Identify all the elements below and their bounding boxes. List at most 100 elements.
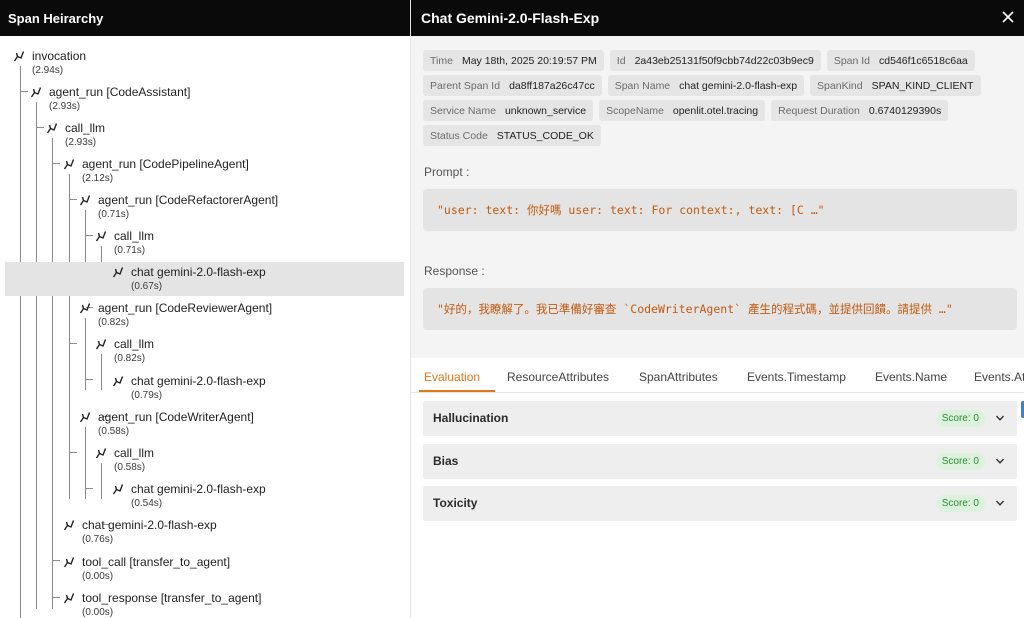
span-node-selected[interactable]: chat gemini-2.0-flash-exp (0.67s) [5, 262, 404, 296]
attribute-key: Time [430, 54, 453, 67]
branch-icon [63, 158, 75, 170]
branch-icon [95, 230, 107, 242]
span-node-name: agent_run [CodeRefactorerAgent] [98, 193, 279, 207]
response-text: "好的，我瞭解了。我已準備好審查 `CodeWriterAgent` 產生的程式… [423, 288, 1017, 330]
span-node[interactable]: chat gemini-2.0-flash-exp (0.76s) [0, 515, 410, 549]
evaluation-row-hallucination[interactable]: Hallucination Score: 0 [423, 401, 1017, 436]
span-node[interactable]: tool_call [transfer_to_agent] (0.00s) [0, 552, 410, 586]
span-node-duration: (0.00s) [82, 571, 114, 582]
span-node[interactable]: agent_run [CodeRefactorerAgent] (0.71s) [0, 190, 410, 224]
span-node[interactable]: agent_run [CodePipelineAgent] (2.12s) [0, 154, 410, 188]
branch-icon [30, 86, 42, 98]
attribute-key: Parent Span Id [430, 79, 501, 92]
branch-icon [63, 592, 75, 604]
attribute-value: chat gemini-2.0-flash-exp [679, 79, 798, 92]
span-node-name: agent_run [CodeAssistant] [49, 85, 191, 99]
span-node-duration: (0.82s) [98, 317, 130, 328]
attribute-key: ScopeName [606, 104, 664, 117]
evaluation-name: Bias [433, 454, 459, 468]
evaluation-name: Toxicity [433, 496, 478, 510]
score-badge: Score: 0 [935, 495, 985, 512]
tab-resource-attributes[interactable]: ResourceAttributes [507, 370, 609, 384]
span-node-name: chat gemini-2.0-flash-exp [131, 374, 266, 388]
attribute-badge: Parent Span Id da8ff187a26c47cc [423, 75, 602, 96]
attribute-key: SpanKind [817, 79, 863, 92]
evaluation-name: Hallucination [433, 411, 509, 425]
span-detail-body: Time May 18th, 2025 20:19:57 PM Id 2a43eb2… [411, 36, 1024, 358]
tab-events-timestamp[interactable]: Events.Timestamp [747, 370, 846, 384]
span-node-duration: (2.12s) [82, 173, 114, 184]
attribute-value: da8ff187a26c47cc [509, 79, 595, 92]
span-hierarchy-panel: Span Heirarchy invocation (2.94s) agent_… [0, 0, 411, 618]
span-node-name: call_llm [114, 229, 155, 243]
span-node[interactable]: agent_run [CodeAssistant] (2.93s) [0, 82, 410, 116]
span-node[interactable]: call_llm (2.93s) [0, 118, 410, 152]
attribute-badge: SpanKind SPAN_KIND_CLIENT [810, 75, 981, 96]
detail-tabs: Evaluation ResourceAttributes SpanAttrib… [411, 362, 1024, 393]
attribute-value: unknown_service [504, 104, 587, 117]
span-node-name: call_llm [114, 337, 155, 351]
span-node[interactable]: agent_run [CodeWriterAgent] (0.58s) [0, 407, 410, 441]
attribute-badge: Status Code STATUS_CODE_OK [423, 125, 601, 146]
span-node-name: agent_run [CodeReviewerAgent] [98, 301, 273, 315]
chevron-down-icon[interactable] [995, 456, 1005, 466]
response-label: Response : [424, 264, 485, 278]
span-hierarchy-title: Span Heirarchy [8, 10, 104, 26]
evaluation-row-bias[interactable]: Bias Score: 0 [423, 444, 1017, 479]
prompt-text: "user: text: 你好嗎 user: text: For context… [423, 189, 1017, 231]
branch-icon [112, 483, 124, 495]
attribute-badge: Span Name chat gemini-2.0-flash-exp [607, 75, 805, 96]
branch-icon [46, 122, 58, 134]
span-node[interactable]: invocation (2.94s) [0, 46, 410, 80]
span-node-duration: (0.67s) [131, 281, 163, 292]
attribute-badge: ScopeName openlit.otel.tracing [599, 100, 766, 121]
score-badge: Score: 0 [935, 453, 985, 470]
span-node-name: call_llm [65, 121, 106, 135]
span-detail-title: Chat Gemini-2.0-Flash-Exp [421, 10, 600, 26]
attribute-row: Parent Span Id da8ff187a26c47cc Span Name… [423, 75, 981, 96]
close-button[interactable] [1000, 9, 1016, 25]
span-node-duration: (0.82s) [114, 353, 146, 364]
branch-icon [112, 375, 124, 387]
attribute-badge: Service Name unknown_service [423, 100, 594, 121]
span-node-duration: (2.93s) [49, 101, 81, 112]
span-node-duration: (2.93s) [65, 137, 97, 148]
span-node[interactable]: agent_run [CodeReviewerAgent] (0.82s) [0, 298, 410, 332]
attribute-key: Status Code [430, 129, 488, 142]
tab-span-attributes[interactable]: SpanAttributes [639, 370, 718, 384]
attribute-row: Time May 18th, 2025 20:19:57 PM Id 2a43eb2… [423, 50, 975, 71]
tab-events-attributes[interactable]: Events.At [974, 370, 1024, 384]
span-node[interactable]: call_llm (0.82s) [0, 334, 410, 368]
span-node-duration: (2.94s) [32, 65, 64, 76]
span-node-name: chat gemini-2.0-flash-exp [131, 482, 266, 496]
span-node[interactable]: tool_response [transfer_to_agent] (0.00s… [0, 588, 410, 618]
attribute-key: Span Id [833, 54, 871, 67]
active-tab-indicator [419, 390, 495, 392]
branch-icon [95, 447, 107, 459]
span-node[interactable]: call_llm (0.58s) [0, 443, 410, 477]
span-node-name: tool_response [transfer_to_agent] [82, 591, 262, 605]
span-tree: invocation (2.94s) agent_run [CodeAssist… [0, 36, 410, 618]
span-node-name: chat gemini-2.0-flash-exp [131, 265, 266, 279]
attribute-key: Service Name [430, 104, 496, 117]
span-node-duration: (0.71s) [114, 245, 146, 256]
attribute-key: Span Name [614, 79, 671, 92]
attribute-value: 0.6740129390s [868, 104, 942, 117]
attribute-key: Request Duration [778, 104, 860, 117]
chevron-down-icon[interactable] [995, 413, 1005, 423]
tab-events-name[interactable]: Events.Name [875, 370, 947, 384]
evaluation-row-toxicity[interactable]: Toxicity Score: 0 [423, 486, 1017, 521]
span-node-duration: (0.54s) [131, 498, 163, 509]
span-node[interactable]: call_llm (0.71s) [0, 226, 410, 260]
span-node-name: invocation [32, 49, 87, 63]
branch-icon [63, 556, 75, 568]
chevron-down-icon[interactable] [995, 498, 1005, 508]
attribute-value: openlit.otel.tracing [672, 104, 759, 117]
span-node[interactable]: chat gemini-2.0-flash-exp (0.79s) [0, 371, 410, 405]
tab-evaluation[interactable]: Evaluation [424, 370, 480, 384]
branch-icon [13, 50, 25, 62]
attribute-value: SPAN_KIND_CLIENT [871, 79, 974, 92]
span-node[interactable]: chat gemini-2.0-flash-exp (0.54s) [0, 479, 410, 513]
attribute-badge: Request Duration 0.6740129390s [771, 100, 949, 121]
branch-icon [79, 411, 91, 423]
